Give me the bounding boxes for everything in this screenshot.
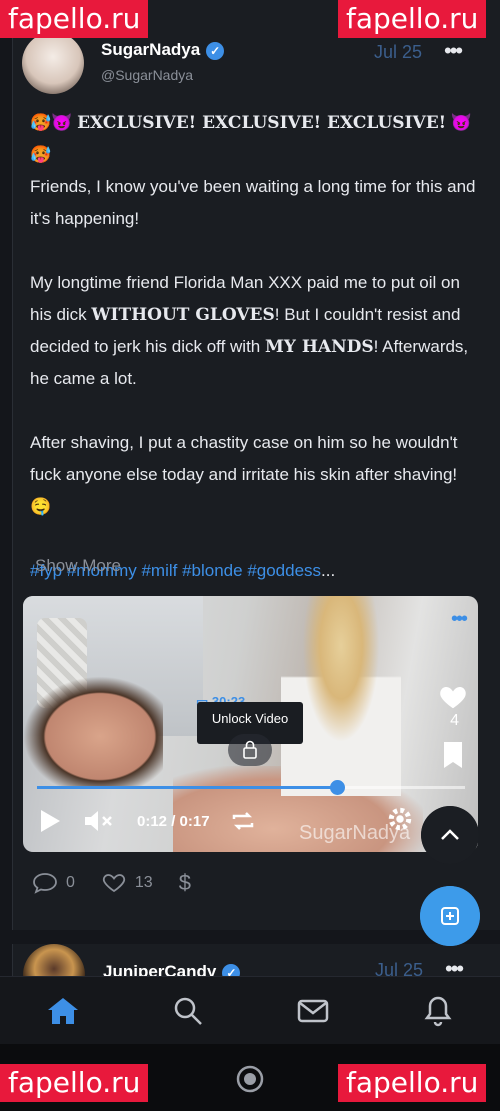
comment-button[interactable]: 0 (32, 871, 75, 895)
paragraph: My longtime friend Florida Man XXX paid … (30, 273, 469, 388)
avatar[interactable] (22, 32, 84, 94)
video-progress-handle[interactable] (329, 780, 345, 795)
video-more-icon[interactable]: ••• (451, 608, 468, 631)
lock-icon[interactable] (228, 734, 272, 766)
video-watermark: SugarNadya (299, 822, 411, 844)
video-frame (281, 596, 401, 796)
video-progress-fill (37, 786, 337, 789)
ellipsis: ... (321, 561, 336, 580)
new-post-button[interactable] (420, 886, 480, 946)
watermark-top-right: fapello.ru (338, 0, 487, 38)
watermark-bottom-left: fapello.ru (0, 1064, 149, 1102)
tab-notifications[interactable] (418, 991, 458, 1031)
tip-button[interactable]: $ (179, 870, 191, 896)
system-home-icon[interactable] (235, 1064, 265, 1094)
verified-icon: ✓ (206, 41, 225, 60)
tab-messages[interactable] (293, 991, 333, 1031)
play-icon[interactable] (39, 809, 61, 833)
watermark-top-left: fapello.ru (0, 0, 149, 38)
mail-icon (297, 999, 328, 1023)
loop-icon[interactable] (230, 809, 256, 833)
post-handle[interactable]: @SugarNadya (101, 67, 193, 83)
post-date: Jul 25 (374, 42, 423, 62)
like-count: 13 (134, 874, 153, 891)
comment-icon (33, 873, 57, 894)
paragraph: After shaving, I put a chastity case on … (30, 433, 458, 516)
post-author[interactable]: SugarNadya ✓ (101, 40, 225, 60)
paragraph: Friends, I know you've been waiting a lo… (30, 177, 476, 228)
video-frame (23, 676, 163, 786)
mute-icon[interactable] (83, 809, 115, 833)
show-more-link[interactable]: Show More (35, 556, 121, 576)
heart-icon[interactable] (438, 682, 468, 712)
like-button[interactable]: 13 (101, 871, 153, 895)
dollar-icon: $ (178, 870, 191, 895)
video-progress-bar[interactable] (37, 780, 465, 795)
bell-icon (424, 996, 451, 1027)
post-actions: 0 13 $ (32, 870, 217, 896)
tab-home[interactable] (43, 991, 83, 1031)
emoji: 🥵😈 (30, 113, 73, 132)
search-icon (174, 997, 202, 1025)
post-text: 🥵😈 EXCLUSIVE! EXCLUSIVE! EXCLUSIVE! 😈🥵 F… (30, 107, 480, 587)
bookmark-icon[interactable] (442, 741, 464, 769)
watermark-bottom-right: fapello.ru (338, 1064, 487, 1102)
tab-search[interactable] (168, 991, 208, 1031)
more-options-icon[interactable]: ••• (444, 38, 463, 64)
scroll-top-button[interactable] (421, 806, 479, 864)
author-name[interactable]: SugarNadya (101, 40, 200, 59)
headline: EXCLUSIVE! EXCLUSIVE! EXCLUSIVE! (77, 113, 447, 133)
heart-outline-icon (102, 874, 126, 893)
home-icon (47, 998, 78, 1024)
comment-count: 0 (66, 874, 75, 891)
video-like-count: 4 (450, 712, 459, 729)
bottom-tab-bar (0, 976, 500, 1045)
video-player[interactable]: ••• 4 ▭ 30:23 Unlock Video 0:12 / 0:17 S… (23, 596, 478, 852)
video-time: 0:12 / 0:17 (137, 812, 210, 830)
